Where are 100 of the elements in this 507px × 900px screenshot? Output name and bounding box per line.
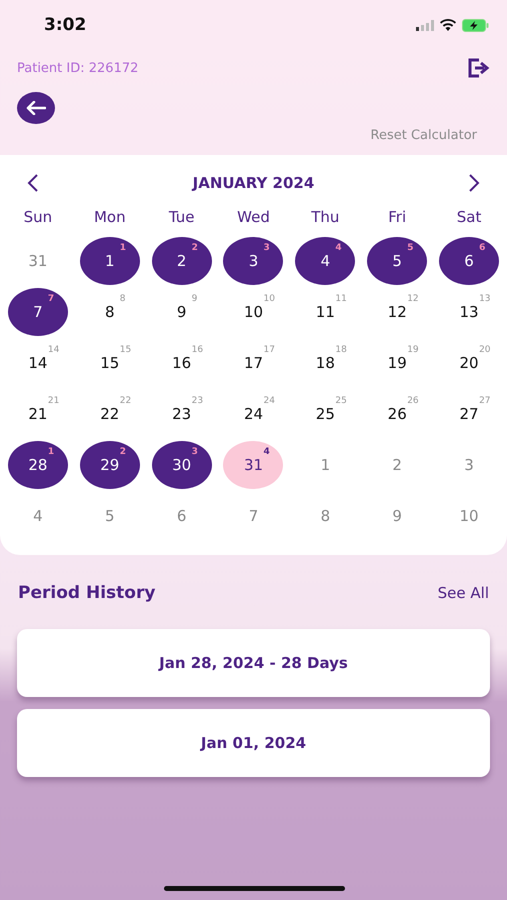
calendar-day[interactable]: 18 18 [295, 338, 356, 386]
calendar-day[interactable]: 22 22 [80, 390, 140, 438]
day-number: 6 [464, 252, 474, 270]
calendar-day[interactable]: 24 24 [223, 390, 284, 438]
day-number: 2 [392, 456, 402, 474]
day-number: 11 [316, 302, 335, 320]
calendar-day[interactable]: 11 11 [295, 288, 356, 336]
day-number: 1 [104, 252, 115, 270]
cycle-day: 27 [479, 396, 491, 406]
cycle-day: 5 [407, 242, 414, 252]
period-day-marker[interactable]: 7 7 [8, 288, 68, 336]
calendar-day[interactable]: 4 [8, 492, 68, 540]
weekday-label: Fri [388, 208, 406, 226]
calendar-day[interactable]: 9 9 [152, 288, 212, 336]
status-time: 3:02 [44, 15, 86, 35]
cycle-day: 4 [263, 446, 270, 456]
day-number: 3 [248, 252, 258, 270]
cycle-day: 18 [335, 344, 347, 354]
calendar-day[interactable]: 25 25 [295, 390, 356, 438]
cycle-day: 10 [263, 294, 275, 304]
cycle-day: 3 [263, 242, 270, 252]
weekday-label: Thu [311, 208, 340, 226]
cycle-day: 19 [407, 344, 419, 354]
day-number: 12 [388, 302, 407, 320]
calendar-day[interactable]: 23 23 [152, 390, 212, 438]
day-number: 20 [460, 354, 479, 372]
calendar-day[interactable]: 12 12 [367, 288, 428, 336]
day-number: 17 [244, 354, 264, 372]
day-number: 21 [28, 404, 48, 422]
cycle-day: 23 [192, 396, 204, 406]
calendar-day[interactable]: 7 [223, 492, 284, 540]
logout-icon[interactable] [468, 58, 490, 78]
day-number: 28 [28, 456, 48, 474]
cycle-day: 6 [479, 242, 486, 252]
weekday-label: Tue [168, 208, 194, 226]
back-arrow-icon [26, 101, 46, 115]
calendar-day[interactable]: 2 [367, 440, 428, 488]
day-number: 2 [176, 252, 186, 270]
calendar-day[interactable]: 19 19 [367, 338, 428, 386]
period-day-marker[interactable]: 28 1 [8, 440, 68, 488]
day-number: 26 [388, 404, 407, 422]
calendar-day[interactable]: 8 8 [80, 288, 140, 336]
period-day-marker[interactable]: 1 1 [80, 236, 140, 284]
calendar-day[interactable]: 1 [295, 440, 356, 488]
weekday-label: Mon [94, 208, 126, 226]
day-number: 31 [244, 456, 264, 474]
day-number: 6 [176, 506, 186, 524]
calendar-day[interactable]: 10 [439, 492, 500, 540]
calendar-day[interactable]: 15 15 [80, 338, 140, 386]
day-number: 30 [172, 456, 192, 474]
day-number: 4 [320, 252, 330, 270]
calendar-day[interactable]: 31 [8, 236, 68, 284]
day-number: 27 [460, 404, 479, 422]
cycle-day: 24 [263, 396, 275, 406]
calendar-day[interactable]: 20 20 [439, 338, 500, 386]
day-number: 31 [28, 252, 48, 270]
back-button[interactable] [17, 92, 55, 124]
cycle-day: 2 [120, 446, 126, 456]
cycle-day: 8 [120, 294, 126, 304]
day-number: 24 [244, 404, 264, 422]
day-number: 7 [248, 506, 258, 524]
calendar-day[interactable]: 6 [152, 492, 212, 540]
calendar-day[interactable]: 26 26 [367, 390, 428, 438]
period-day-marker[interactable]: 6 6 [439, 236, 500, 284]
calendar-day[interactable]: 5 [80, 492, 140, 540]
period-entry[interactable]: Jan 01, 2024 [17, 709, 490, 777]
period-day-marker[interactable]: 30 3 [152, 440, 212, 488]
period-day-marker[interactable]: 29 2 [80, 440, 140, 488]
cycle-day: 25 [335, 396, 347, 406]
day-number: 18 [316, 354, 335, 372]
calendar-day[interactable]: 8 [295, 492, 356, 540]
calendar-day[interactable]: 14 14 [8, 338, 68, 386]
period-day-marker[interactable]: 5 5 [367, 236, 428, 284]
cycle-day: 4 [335, 242, 342, 252]
cycle-day: 14 [48, 344, 60, 354]
see-all-link[interactable]: See All [438, 584, 489, 602]
calendar-day[interactable]: 27 27 [439, 390, 500, 438]
today-marker[interactable]: 31 4 [223, 440, 284, 488]
day-number: 14 [28, 354, 48, 372]
day-number: 8 [104, 302, 115, 320]
day-number: 9 [176, 302, 186, 320]
calendar-day[interactable]: 10 10 [223, 288, 284, 336]
calendar-day[interactable]: 3 [439, 440, 500, 488]
cycle-day: 17 [263, 344, 275, 354]
cycle-day: 11 [335, 294, 347, 304]
cycle-day: 1 [120, 242, 126, 252]
calendar-day[interactable]: 17 17 [223, 338, 284, 386]
period-day-marker[interactable]: 4 4 [295, 236, 356, 284]
calendar-day[interactable]: 13 13 [439, 288, 500, 336]
month-title: JANUARY 2024 [192, 174, 314, 192]
calendar-day[interactable]: 9 [367, 492, 428, 540]
period-day-marker[interactable]: 2 2 [152, 236, 212, 284]
period-entry[interactable]: Jan 28, 2024 - 28 Days [17, 629, 490, 697]
period-day-marker[interactable]: 3 3 [223, 236, 284, 284]
cycle-day: 15 [120, 344, 132, 354]
day-number: 5 [392, 252, 402, 270]
day-number: 9 [392, 506, 402, 524]
cycle-day: 22 [120, 396, 132, 406]
calendar-day[interactable]: 16 16 [152, 338, 212, 386]
calendar-day[interactable]: 21 21 [8, 390, 68, 438]
